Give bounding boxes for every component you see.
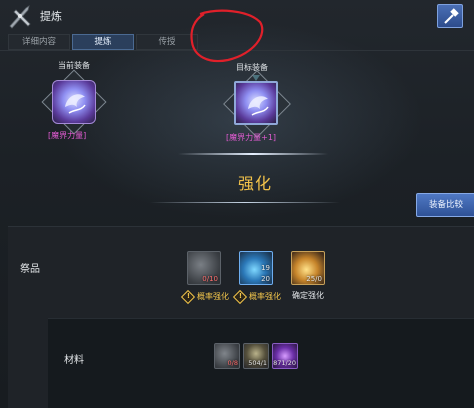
corner-tool-button[interactable] bbox=[437, 4, 463, 28]
offering-slot[interactable]: 0/10 bbox=[187, 251, 221, 285]
offering-slot[interactable]: 19 20 bbox=[239, 251, 273, 285]
spirit-orb-icon bbox=[65, 94, 86, 114]
material-slot[interactable]: 871/20 bbox=[272, 343, 298, 369]
separator-glow-lower bbox=[150, 202, 340, 203]
offering-label-probability: 概率强化 bbox=[249, 292, 281, 301]
separator-glow bbox=[178, 153, 328, 155]
offering-count: 25/0 bbox=[306, 275, 322, 283]
target-equipment-label: 目标装备 bbox=[236, 63, 268, 72]
material-count: 871/20 bbox=[273, 359, 296, 367]
target-equipment-name: [魔界力量+1] bbox=[226, 133, 277, 142]
material-slot[interactable]: 504/1 bbox=[243, 343, 269, 369]
offering-count: 20 bbox=[261, 275, 270, 283]
target-equipment-item[interactable] bbox=[234, 81, 278, 125]
current-equipment-name: [魔界力量] bbox=[48, 131, 87, 140]
offering-label-certain: 确定强化 bbox=[292, 291, 324, 300]
material-label: 材料 bbox=[64, 355, 84, 366]
material-count: 504/1 bbox=[248, 359, 267, 367]
material-slot[interactable]: 0/8 bbox=[214, 343, 240, 369]
current-equipment-item[interactable] bbox=[52, 80, 96, 124]
offering-label: 祭品 bbox=[20, 264, 40, 275]
window-title: 提炼 bbox=[40, 10, 62, 23]
spirit-orb-icon bbox=[248, 96, 269, 116]
red-circle-annotation bbox=[190, 9, 264, 63]
offering-count: 0/10 bbox=[202, 275, 218, 283]
compare-equipment-button[interactable]: 装备比较 bbox=[416, 193, 474, 217]
enhance-title: 强化 bbox=[237, 174, 272, 193]
crossed-weapons-icon bbox=[9, 5, 31, 29]
offering-count-top: 19 bbox=[261, 264, 270, 272]
tab-refine[interactable]: 提炼 bbox=[72, 34, 134, 50]
offering-slot[interactable]: 25/0 bbox=[291, 251, 325, 285]
material-count: 0/8 bbox=[227, 359, 238, 367]
offering-label-probability: 概率强化 bbox=[197, 292, 229, 301]
tab-details[interactable]: 详细内容 bbox=[8, 34, 70, 50]
hammer-icon bbox=[444, 8, 459, 24]
